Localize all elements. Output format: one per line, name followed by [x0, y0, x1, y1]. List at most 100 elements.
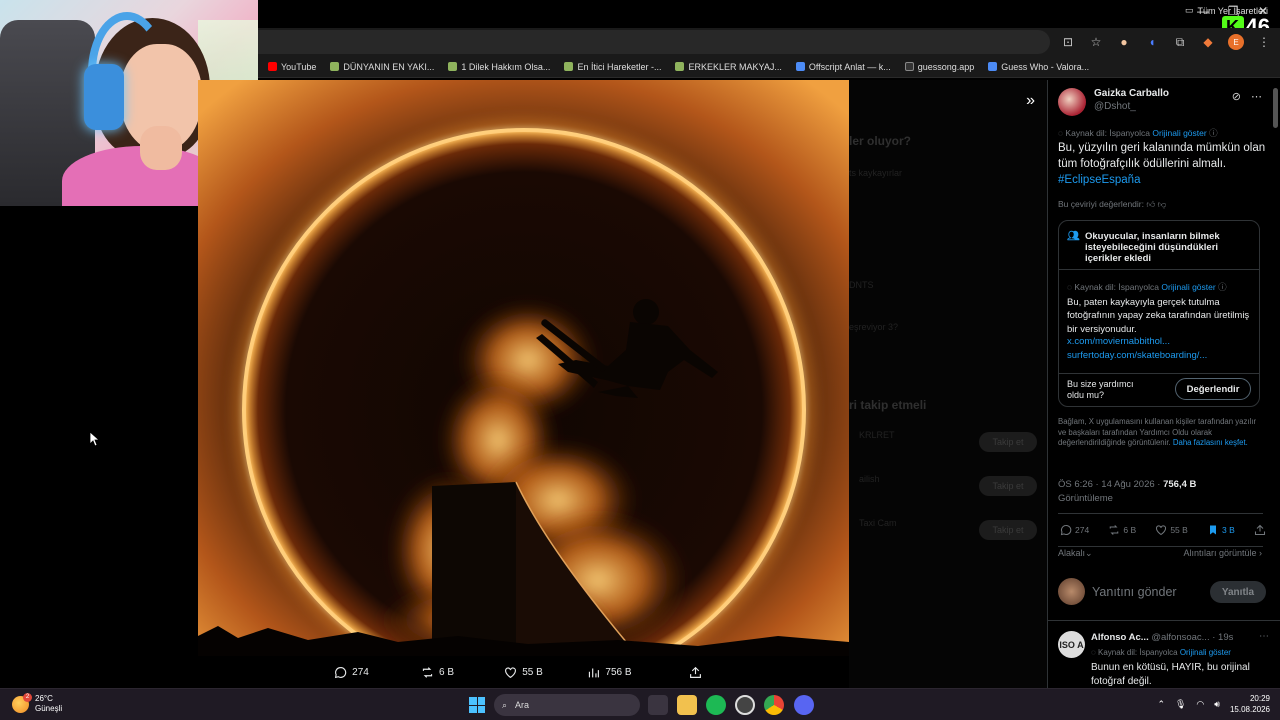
profile-avatar-icon[interactable]: E: [1228, 34, 1244, 50]
bookmark-label: 1 Dilek Hakkım Olsa...: [461, 61, 551, 72]
bookmark-item[interactable]: Offscript Anlat — k...: [795, 62, 891, 72]
more-options-icon[interactable]: ⋯: [1251, 90, 1262, 103]
share-icon: [1254, 524, 1265, 536]
sort-dropdown[interactable]: Alakalı⌄: [1058, 548, 1093, 559]
obs-icon[interactable]: [735, 695, 755, 715]
omnibox[interactable]: [258, 30, 1050, 54]
follow-button[interactable]: Takip et: [979, 432, 1037, 452]
commenter-avatar[interactable]: ISO A: [1058, 631, 1085, 658]
reply-button[interactable]: Yanıtla: [1210, 581, 1266, 603]
learn-more-link[interactable]: Daha fazlasını keşfet.: [1173, 438, 1248, 447]
show-original-link[interactable]: Orijinali göster: [1152, 128, 1206, 138]
views-count: 756 B: [605, 666, 632, 678]
bookmark-stat[interactable]: 3 B: [1207, 524, 1235, 536]
spotify-icon[interactable]: [706, 695, 726, 715]
thumbs-up-icon[interactable]: 👍︎: [1146, 199, 1155, 209]
windows-start-icon[interactable]: [469, 697, 485, 713]
extension-3-icon[interactable]: ◆: [1200, 34, 1216, 50]
source-language-text: Kaynak dil: İspanyolca: [1065, 128, 1150, 138]
all-bookmarks[interactable]: ▭ Tüm Yer İşaretleri: [1185, 5, 1268, 16]
sun-icon: 2: [12, 692, 32, 713]
install-icon[interactable]: ⊡: [1060, 34, 1076, 50]
author-handle[interactable]: @Dshot_: [1094, 101, 1169, 112]
reply-input[interactable]: Yanıtını gönder: [1092, 585, 1177, 599]
bookmark-item[interactable]: En İtici Hareketler -...: [564, 62, 661, 72]
bookmark-item[interactable]: Guess Who - Valora...: [988, 62, 1089, 72]
chrome-icon[interactable]: [764, 695, 784, 715]
share-action[interactable]: [653, 666, 739, 679]
image-viewer[interactable]: [198, 80, 849, 656]
bookmark-item[interactable]: guessong.app: [904, 62, 974, 72]
commenter-name[interactable]: Alfonso Ac...: [1091, 632, 1149, 643]
menu-kebab-icon[interactable]: ⋮: [1256, 34, 1272, 50]
timestamp-text[interactable]: ÖS 6:26 · 14 Ağu 2026 ·: [1058, 479, 1160, 490]
rate-note-button[interactable]: Değerlendir: [1175, 378, 1251, 400]
browser-titlebar: — ❐ ✕: [258, 0, 1280, 26]
more-options-icon[interactable]: ⋯: [1259, 631, 1269, 642]
discord-icon[interactable]: [794, 695, 814, 715]
taskbar-search[interactable]: ⌕ Ara: [494, 694, 640, 716]
task-view-icon[interactable]: [648, 695, 668, 715]
bookmarks-bar: YouTube DÜNYANIN EN YAKI... 1 Dilek Hakkım…: [258, 56, 1280, 78]
bookmark-item[interactable]: ERKEKLER MAKYAJ...: [675, 62, 782, 72]
note-show-original-link[interactable]: Orijinali göster: [1161, 282, 1215, 292]
views-label: Görüntüleme: [1058, 493, 1113, 504]
reply-action[interactable]: 274: [309, 666, 395, 679]
background-page: » ler oluyor? ts kaykayırlar DNTS eşrevi…: [849, 80, 1047, 688]
system-tray: ⌃ 🎙︎ ◠ 🔊︎ 20:29 15.08.2026: [1157, 693, 1270, 715]
bookmark-item[interactable]: 1 Dilek Hakkım Olsa...: [448, 62, 550, 72]
extension-2-icon[interactable]: ◖: [1144, 34, 1160, 50]
reply-icon: [1060, 524, 1072, 536]
tweet-author[interactable]: Gaizka Carballo @Dshot_: [1058, 88, 1169, 116]
note-link[interactable]: x.com/moviernabbithol...: [1067, 335, 1207, 349]
chevron-up-icon[interactable]: ⌃: [1157, 699, 1165, 710]
comment-show-original-link[interactable]: Orijinali göster: [1180, 648, 1231, 657]
tweet-stats: 274 6 B 55 B 3 B: [1060, 524, 1266, 536]
wifi-icon[interactable]: ◠: [1196, 699, 1204, 710]
comment-source-text: Kaynak dil: İspanyolca: [1097, 648, 1178, 657]
grok-icon[interactable]: ⊘: [1232, 90, 1241, 103]
thumbs-down-icon[interactable]: 👎︎: [1158, 199, 1167, 209]
volume-icon[interactable]: 🔊︎: [1214, 699, 1220, 710]
repost-icon: [422, 666, 433, 678]
clock[interactable]: 20:29 15.08.2026: [1230, 693, 1270, 715]
follow-button[interactable]: Takip et: [979, 520, 1037, 540]
info-icon[interactable]: ⓘ: [1218, 282, 1227, 292]
views-action[interactable]: 756 B: [567, 666, 653, 679]
weather-widget[interactable]: 2 26°C Güneşli: [12, 692, 62, 714]
hashtag-link[interactable]: #EclipseEspaña: [1058, 174, 1140, 186]
expand-panel-icon[interactable]: »: [1026, 92, 1035, 110]
note-link[interactable]: surfertoday.com/skateboarding/...: [1067, 349, 1207, 363]
like-stat[interactable]: 55 B: [1155, 524, 1188, 536]
translate-icon: ◌: [1091, 648, 1098, 657]
extension-1-icon[interactable]: ●: [1116, 34, 1132, 50]
like-action[interactable]: 55 B: [481, 666, 567, 679]
folder-icon: [330, 62, 340, 71]
user-avatar[interactable]: [1058, 578, 1085, 605]
scrollbar[interactable]: [1273, 88, 1278, 128]
info-icon[interactable]: ⓘ: [1209, 128, 1218, 138]
microphone-icon[interactable]: 🎙︎: [1175, 699, 1186, 710]
bookmark-stat-count: 3 B: [1222, 525, 1235, 535]
extensions-icon[interactable]: ⧉: [1172, 34, 1188, 50]
share-stat[interactable]: [1254, 524, 1266, 536]
bookmark-label: DÜNYANIN EN YAKI...: [343, 61, 435, 72]
chevron-right-icon: ›: [1256, 548, 1262, 558]
bookmark-label: YouTube: [281, 61, 317, 72]
bookmark-item[interactable]: YouTube: [268, 62, 316, 72]
reply-stat[interactable]: 274: [1060, 524, 1089, 536]
weather-condition: Güneşli: [35, 704, 63, 713]
sort-label: Alakalı: [1058, 548, 1086, 558]
author-name[interactable]: Gaizka Carballo: [1094, 88, 1169, 99]
divider: [1048, 620, 1280, 621]
bookmark-star-icon[interactable]: ☆: [1088, 34, 1104, 50]
file-explorer-icon[interactable]: [677, 695, 697, 715]
view-quotes-link[interactable]: Alıntıları görüntüle ›: [1183, 548, 1262, 558]
author-avatar[interactable]: [1058, 88, 1086, 116]
bookmark-item[interactable]: DÜNYANIN EN YAKI...: [330, 62, 434, 72]
follow-button[interactable]: Takip et: [979, 476, 1037, 496]
weather-text: 26°C Güneşli: [35, 694, 62, 714]
repost-action[interactable]: 6 B: [395, 666, 481, 679]
repost-stat[interactable]: 6 B: [1108, 524, 1136, 536]
helpful-question: Bu size yardımcı oldu mu?: [1067, 379, 1134, 400]
